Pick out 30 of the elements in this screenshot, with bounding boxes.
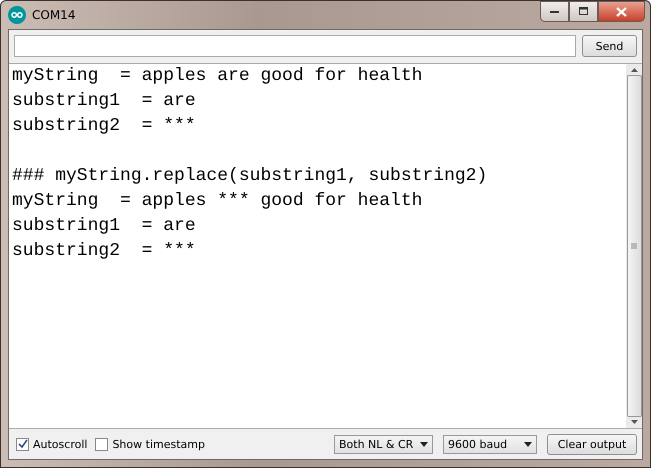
close-icon <box>616 6 627 16</box>
output-line: substring1 = are <box>12 90 197 113</box>
scrollbar[interactable] <box>626 64 642 428</box>
minimize-icon <box>550 10 560 14</box>
close-button[interactable] <box>598 1 645 22</box>
output-line: ### myString.replace(substring1, substring2) <box>12 165 488 188</box>
send-button[interactable]: Send <box>582 35 637 57</box>
checkbox[interactable] <box>16 438 29 450</box>
baud-rate-dropdown[interactable]: 9600 baud <box>443 434 537 454</box>
grip-icon <box>631 243 637 249</box>
caret-icon <box>524 442 532 446</box>
line-ending-dropdown[interactable]: Both NL & CR <box>334 434 433 454</box>
output-line: substring2 = *** <box>12 115 197 138</box>
output-line: substring1 = are <box>12 215 197 238</box>
output-line: myString = apples are good for health <box>12 65 424 88</box>
scroll-up-arrow-icon[interactable] <box>630 68 638 72</box>
maximize-icon <box>578 7 588 16</box>
minimize-button[interactable] <box>540 1 569 22</box>
infinity-logo-icon <box>8 6 26 24</box>
maximize-button[interactable] <box>569 1 598 22</box>
checkbox-label: Show timestamp <box>112 438 205 450</box>
clear-output-button[interactable]: Clear output <box>547 434 637 454</box>
checkbox-label: Autoscroll <box>33 438 88 450</box>
caret-icon <box>420 442 428 446</box>
output-line: substring2 = *** <box>12 240 197 263</box>
output-line: myString = apples *** good for health <box>12 190 424 213</box>
input-field[interactable] <box>14 35 576 57</box>
scroll-down-arrow-icon[interactable] <box>630 420 638 424</box>
checkbox[interactable] <box>95 438 108 450</box>
window-title: COM14 <box>32 8 76 22</box>
